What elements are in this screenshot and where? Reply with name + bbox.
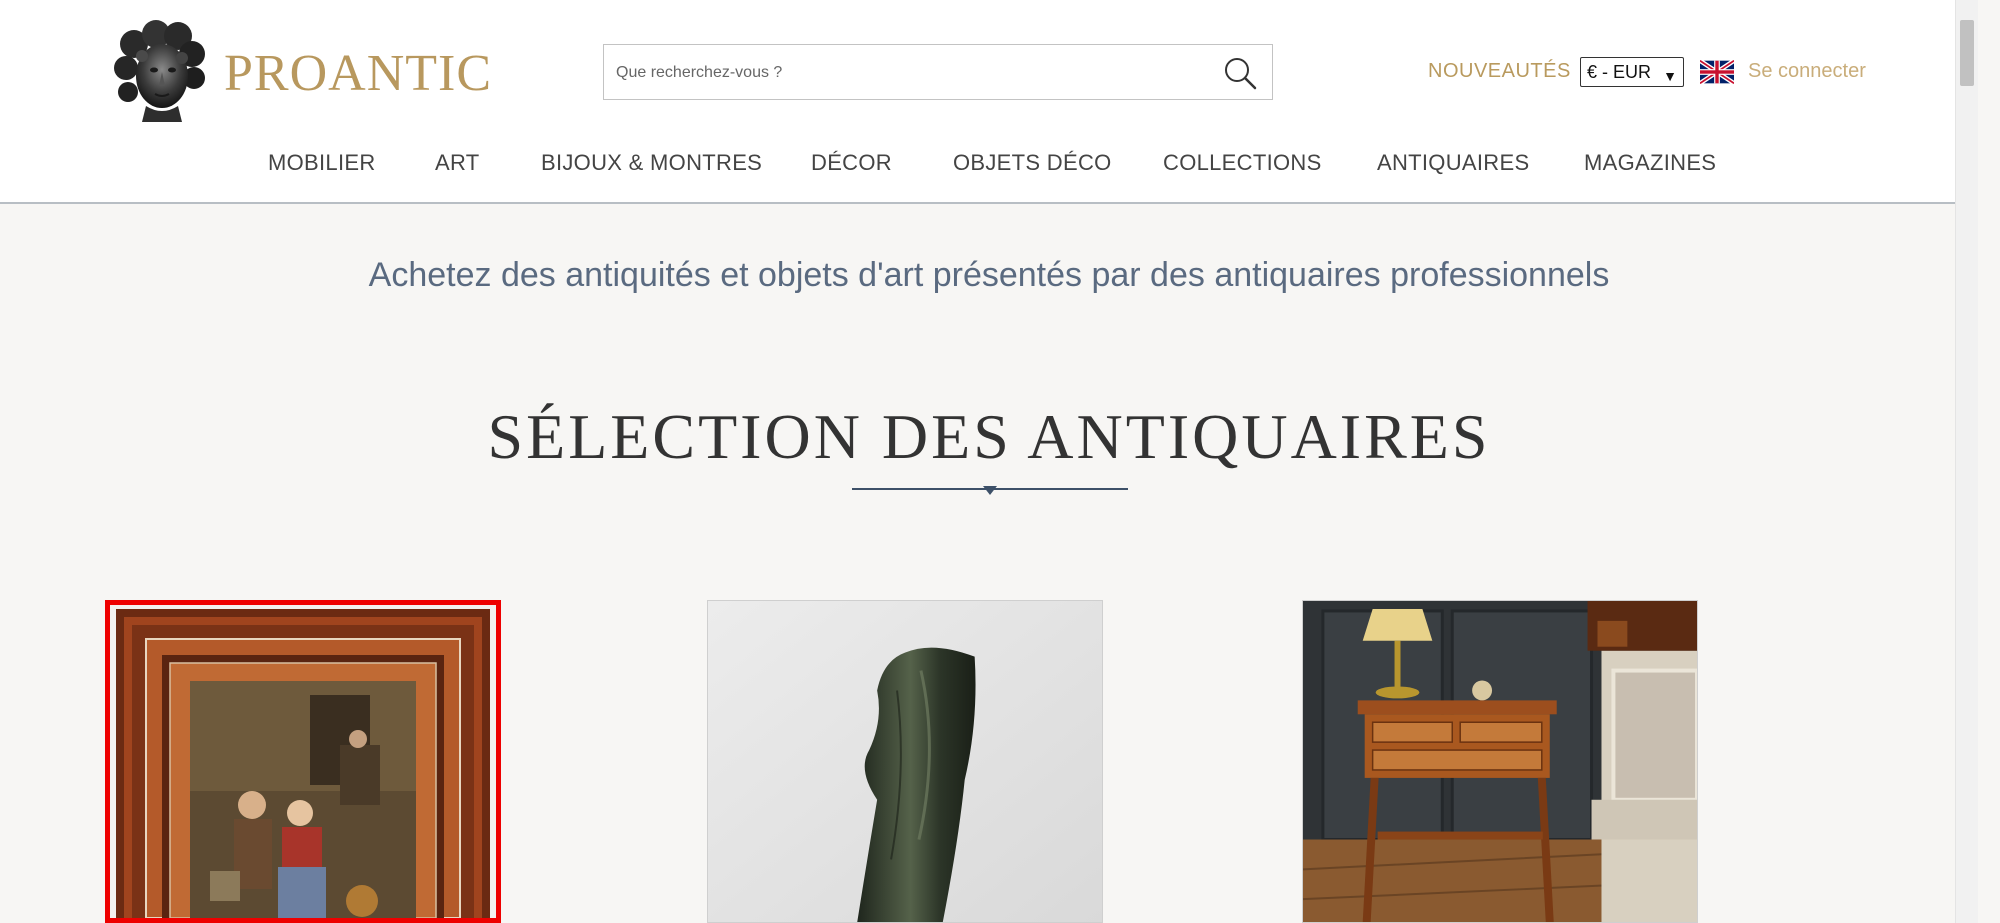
main-nav: MOBILIER ART BIJOUX & MONTRES DÉCOR OBJE… xyxy=(0,150,1978,180)
nav-item-decor[interactable]: DÉCOR xyxy=(811,150,892,176)
search-icon[interactable] xyxy=(1222,55,1258,91)
product-card-painting[interactable] xyxy=(105,600,501,923)
nav-item-magazines[interactable]: MAGAZINES xyxy=(1584,150,1716,176)
bronze-figure-image xyxy=(708,601,1102,922)
divider-ornament xyxy=(983,486,997,495)
scrollbar-thumb[interactable] xyxy=(1960,20,1974,86)
login-link[interactable]: Se connecter xyxy=(1748,60,1866,83)
side-table-image xyxy=(1303,601,1697,922)
nav-item-bijoux-montres[interactable]: BIJOUX & MONTRES xyxy=(541,150,762,176)
page-tagline: Achetez des antiquités et objets d'art p… xyxy=(368,256,1610,294)
currency-value: € - EUR xyxy=(1587,62,1652,82)
framed-painting-image xyxy=(110,605,496,918)
currency-select[interactable]: € - EUR ▼ xyxy=(1580,57,1684,87)
nav-item-collections[interactable]: COLLECTIONS xyxy=(1163,150,1322,176)
brand-logo-text[interactable]: PROANTIC xyxy=(224,44,492,103)
nav-item-antiquaires[interactable]: ANTIQUAIRES xyxy=(1377,150,1529,176)
product-card-bronze[interactable] xyxy=(707,600,1103,923)
page: PROANTIC NOUVEAUTÉS € - EUR ▼ Se connect… xyxy=(0,0,1978,923)
bust-statue-icon[interactable] xyxy=(112,20,208,122)
uk-flag-icon[interactable] xyxy=(1700,60,1734,84)
new-arrivals-link[interactable]: NOUVEAUTÉS xyxy=(1428,60,1571,83)
search-bar xyxy=(603,44,1273,101)
site-header: PROANTIC NOUVEAUTÉS € - EUR ▼ Se connect… xyxy=(0,0,1978,204)
nav-item-art[interactable]: ART xyxy=(435,150,480,176)
page-scrollbar[interactable] xyxy=(1955,0,1978,923)
chevron-down-icon: ▼ xyxy=(1663,68,1677,84)
search-input[interactable] xyxy=(614,45,1198,101)
product-card-table[interactable] xyxy=(1302,600,1698,923)
nav-item-mobilier[interactable]: MOBILIER xyxy=(268,150,376,176)
nav-item-objets-deco[interactable]: OBJETS DÉCO xyxy=(953,150,1112,176)
section-title: SÉLECTION DES ANTIQUAIRES xyxy=(487,401,1491,472)
